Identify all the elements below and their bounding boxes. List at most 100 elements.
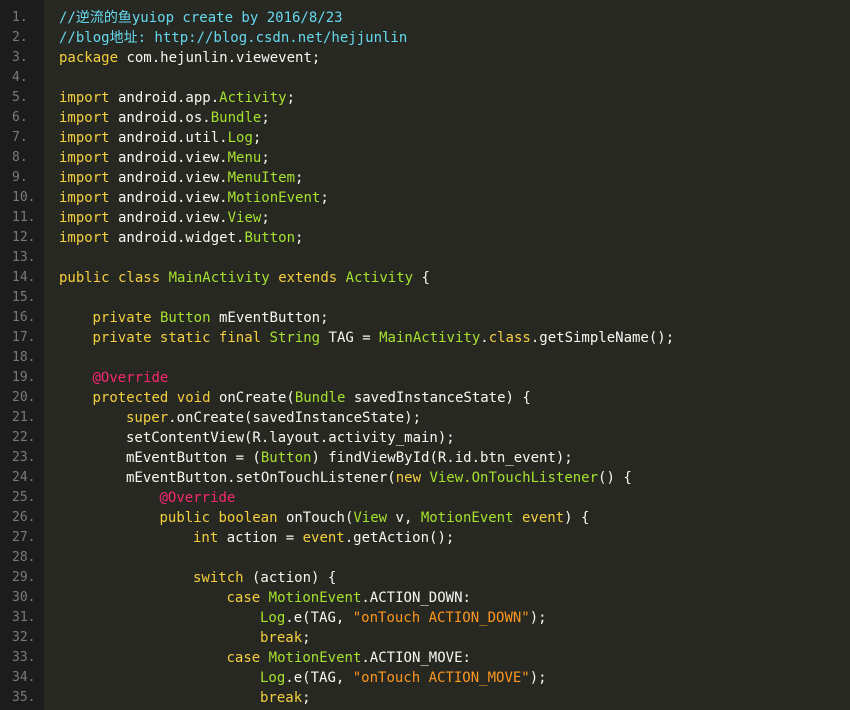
- code-token: (action) {: [243, 570, 337, 586]
- code-token: android.view.: [109, 150, 228, 166]
- line-number: 6.: [12, 110, 28, 125]
- code-text: @Override: [160, 488, 236, 508]
- code-line: 15.: [12, 288, 850, 308]
- code-token: ;: [320, 190, 329, 206]
- code-token: event: [521, 510, 565, 526]
- code-token: ;: [295, 170, 304, 186]
- code-area[interactable]: 1. //逆流的鱼yuiop create by 2016/8/23 2. //blo…: [12, 0, 850, 710]
- code-token: break: [260, 690, 303, 706]
- line-number: 15.: [12, 290, 36, 305]
- code-text: import android.view.View;: [59, 208, 270, 228]
- line-number: 23.: [12, 450, 36, 465]
- code-token: Button: [159, 310, 211, 326]
- code-token: .onCreate(savedInstanceState);: [168, 410, 422, 426]
- code-token: () {: [598, 470, 632, 486]
- code-token: .: [480, 330, 489, 346]
- code-line: 34. Log.e(TAG, "onTouch ACTION_MOVE");: [12, 668, 850, 688]
- code-token: import: [59, 90, 110, 106]
- code-line: 16. private Button mEventButton;: [12, 308, 850, 328]
- code-line: 6. import android.os.Bundle;: [12, 108, 850, 128]
- code-text: import android.app.Activity;: [59, 88, 295, 108]
- code-token: ;: [261, 110, 270, 126]
- line-number: 24.: [12, 470, 36, 485]
- line-number: 33.: [12, 650, 36, 665]
- code-token: "onTouch ACTION_MOVE": [352, 670, 530, 686]
- line-number: 14.: [12, 270, 36, 285]
- code-line: 27. int action = event.getAction();: [12, 528, 850, 548]
- code-token: MotionEvent: [268, 650, 362, 666]
- code-token: Button: [244, 230, 296, 246]
- code-token: View: [353, 510, 388, 526]
- code-token: new: [395, 470, 422, 486]
- code-token: TAG =: [320, 330, 380, 346]
- code-token: import: [59, 190, 110, 206]
- code-text: private Button mEventButton;: [93, 308, 329, 328]
- code-token: ;: [261, 150, 270, 166]
- line-number: 18.: [12, 350, 36, 365]
- code-token: package: [59, 50, 119, 66]
- code-token: public boolean: [159, 510, 278, 526]
- code-text: mEventButton.setOnTouchListener(new View…: [126, 468, 632, 488]
- code-token: );: [529, 610, 547, 626]
- code-line: 5. import android.app.Activity;: [12, 88, 850, 108]
- code-text: setContentView(R.layout.activity_main);: [126, 428, 455, 448]
- code-text: import android.util.Log;: [59, 128, 261, 148]
- code-token: mEventButton.setOnTouchListener(: [126, 470, 396, 486]
- line-number: 2.: [12, 30, 28, 45]
- code-token: View: [227, 210, 262, 226]
- line-number: 7.: [12, 130, 28, 145]
- line-number: 3.: [12, 50, 28, 65]
- code-line: 1. //逆流的鱼yuiop create by 2016/8/23: [12, 8, 850, 28]
- code-line: 28.: [12, 548, 850, 568]
- code-line: 24. mEventButton.setOnTouchListener(new V…: [12, 468, 850, 488]
- code-token: Log: [260, 610, 286, 626]
- code-token: onTouch(: [277, 510, 354, 526]
- code-token: @Override: [92, 370, 169, 386]
- code-text: switch (action) {: [193, 568, 336, 588]
- code-text: break;: [260, 688, 311, 708]
- code-token: Bundle: [210, 110, 262, 126]
- code-token: android.widget.: [109, 230, 245, 246]
- code-token: class: [488, 330, 531, 346]
- code-token: ) findViewById(R.id.btn_event);: [311, 450, 573, 466]
- code-token: View.OnTouchListener: [429, 470, 599, 486]
- code-token: onCreate(: [210, 390, 295, 406]
- line-number: 31.: [12, 610, 36, 625]
- code-line: 18.: [12, 348, 850, 368]
- code-token: //逆流的鱼yuiop create by 2016/8/23: [59, 10, 343, 26]
- line-number: 21.: [12, 410, 36, 425]
- line-number: 19.: [12, 370, 36, 385]
- code-token: Activity: [219, 90, 287, 106]
- code-token: Log: [260, 670, 286, 686]
- code-token: android.view.: [109, 190, 228, 206]
- line-number: 4.: [12, 70, 28, 85]
- code-token: android.view.: [109, 170, 228, 186]
- line-number: 29.: [12, 570, 36, 585]
- code-token: MainActivity: [168, 270, 270, 286]
- code-text: public class MainActivity extends Activi…: [59, 268, 430, 288]
- code-text: case MotionEvent.ACTION_DOWN:: [227, 588, 471, 608]
- code-token: {: [413, 270, 430, 286]
- line-number: 5.: [12, 90, 28, 105]
- code-token: int: [193, 530, 219, 546]
- code-text: import android.widget.Button;: [59, 228, 303, 248]
- code-token: action =: [218, 530, 303, 546]
- code-text: super.onCreate(savedInstanceState);: [126, 408, 421, 428]
- code-line: 10. import android.view.MotionEvent;: [12, 188, 850, 208]
- code-token: Activity: [345, 270, 414, 286]
- code-editor[interactable]: 1. //逆流的鱼yuiop create by 2016/8/23 2. //blo…: [0, 0, 850, 710]
- code-text: import android.os.Bundle;: [59, 108, 270, 128]
- code-token: import: [59, 150, 110, 166]
- code-token: MotionEvent: [227, 190, 321, 206]
- line-number: 20.: [12, 390, 36, 405]
- code-token: setContentView(R.layout.activity_main);: [126, 430, 455, 446]
- code-line: 31. Log.e(TAG, "onTouch ACTION_DOWN");: [12, 608, 850, 628]
- code-text: import android.view.Menu;: [59, 148, 270, 168]
- code-token: mEventButton = (: [126, 450, 261, 466]
- code-line: 21. super.onCreate(savedInstanceState);: [12, 408, 850, 428]
